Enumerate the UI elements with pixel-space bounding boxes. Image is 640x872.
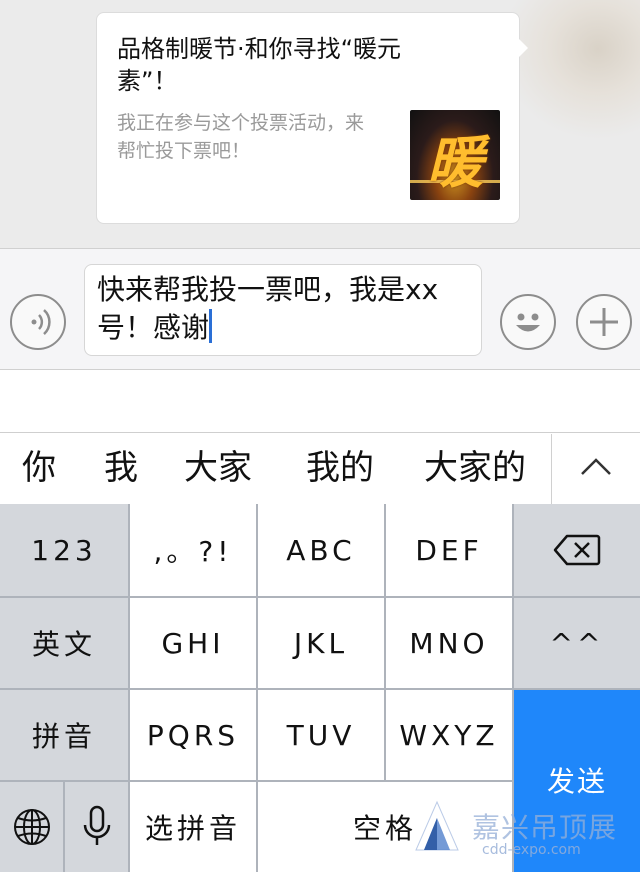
emoji-button[interactable] (500, 294, 556, 350)
message-text: 快来帮我投一票吧，我是xx号！感谢 (97, 273, 439, 344)
key-punctuation[interactable]: ,。?! (130, 504, 256, 596)
delete-key[interactable] (514, 504, 640, 596)
card-thumbnail: 暖 (410, 110, 500, 200)
mic-key[interactable] (65, 782, 128, 872)
space-key[interactable]: 空格 (258, 782, 512, 872)
key-def[interactable]: DEF (386, 504, 512, 596)
key-wxyz[interactable]: WXYZ (386, 690, 512, 780)
collapse-candidates-button[interactable] (552, 432, 640, 504)
key-123[interactable]: 123 (0, 504, 128, 596)
candidate-item[interactable]: 我 (104, 443, 138, 493)
mic-icon (83, 805, 110, 845)
globe-key[interactable] (0, 782, 63, 872)
card-bubble-tail (519, 39, 528, 57)
key-abc[interactable]: ABC (258, 504, 384, 596)
shared-link-card[interactable]: 品格制暖节·和你寻找“暖元素”！ 我正在参与这个投票活动，来帮忙投下票吧！ 暖 (96, 12, 528, 224)
delete-icon (553, 534, 601, 566)
chevron-up-icon (581, 458, 611, 475)
key-mno[interactable]: MNO (386, 598, 512, 688)
key-ghi[interactable]: GHI (130, 598, 256, 688)
plus-icon (590, 308, 618, 336)
key-jkl[interactable]: JKL (258, 598, 384, 688)
wallpaper-decoration (500, 0, 640, 140)
globe-icon (13, 809, 50, 845)
candidate-item[interactable]: 你 (22, 443, 56, 493)
key-pinyin[interactable]: 拼音 (0, 690, 128, 780)
thumbnail-glyph: 暖 (427, 131, 483, 196)
key-english[interactable]: 英文 (0, 598, 128, 688)
key-pqrs[interactable]: PQRS (130, 690, 256, 780)
key-tuv[interactable]: TUV (258, 690, 384, 780)
candidate-item[interactable]: 大家的 (424, 443, 526, 493)
voice-button[interactable] (10, 294, 66, 350)
text-caret (209, 309, 213, 343)
more-button[interactable] (576, 294, 632, 350)
candidate-bar: 你 我 大家 我的 大家的 (0, 432, 640, 504)
card-title: 品格制暖节·和你寻找“暖元素”！ (117, 35, 402, 95)
candidate-item[interactable]: 我的 (306, 443, 374, 493)
key-emoticon[interactable]: ^^ (514, 598, 640, 688)
voice-icon (31, 309, 51, 335)
key-select-pinyin[interactable]: 选拼音 (130, 782, 256, 872)
candidate-item[interactable]: 大家 (184, 443, 252, 493)
send-button[interactable]: 发送 (514, 690, 640, 872)
keyboard: 123 ,。?! ABC DEF 英文 GHI JKL MNO ^^ 拼音 PQ… (0, 504, 640, 872)
message-input[interactable]: 快来帮我投一票吧，我是xx号！感谢 (84, 264, 482, 356)
chat-area: 品格制暖节·和你寻找“暖元素”！ 我正在参与这个投票活动，来帮忙投下票吧！ 暖 (0, 0, 640, 248)
emoji-icon (516, 313, 540, 332)
card-description: 我正在参与这个投票活动，来帮忙投下票吧！ (117, 112, 365, 162)
